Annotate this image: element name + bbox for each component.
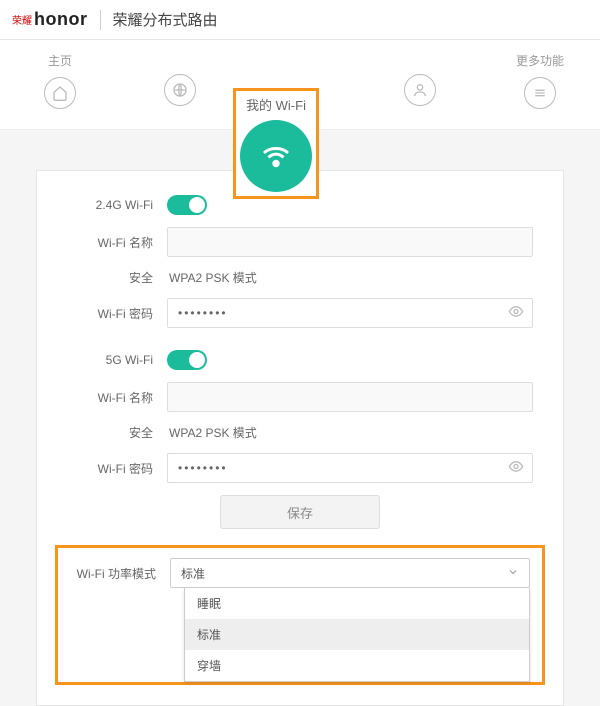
- eye-icon[interactable]: [508, 459, 524, 478]
- row-24g-name: Wi-Fi 名称: [67, 227, 533, 257]
- toggle-24g[interactable]: [167, 195, 207, 215]
- row-5g-security: 安全 WPA2 PSK 模式: [67, 424, 533, 441]
- nav-home-label: 主页: [48, 52, 72, 69]
- select-power-mode[interactable]: 标准: [170, 558, 530, 588]
- label-5g-name: Wi-Fi 名称: [67, 389, 167, 406]
- row-24g-security: 安全 WPA2 PSK 模式: [67, 269, 533, 286]
- input-5g-password[interactable]: ••••••••: [167, 453, 533, 483]
- product-title: 荣耀分布式路由: [113, 9, 218, 30]
- value-5g-security: WPA2 PSK 模式: [167, 424, 257, 441]
- toggle-5g[interactable]: [167, 350, 207, 370]
- row-24g-password: Wi-Fi 密码 ••••••••: [67, 298, 533, 328]
- chevron-down-icon: [507, 566, 519, 581]
- nav-user-label: [418, 52, 421, 66]
- nav-internet-label: [178, 52, 181, 66]
- wifi-icon[interactable]: [240, 120, 312, 192]
- eye-icon[interactable]: [508, 304, 524, 323]
- header-divider: [100, 10, 101, 30]
- nav-user[interactable]: [380, 52, 460, 106]
- label-5g: 5G Wi-Fi: [67, 353, 167, 367]
- brand-prefix: 荣耀: [12, 12, 32, 27]
- label-24g-password: Wi-Fi 密码: [67, 305, 167, 322]
- user-icon: [404, 74, 436, 106]
- select-power-mode-value: 标准: [181, 565, 205, 582]
- label-24g: 2.4G Wi-Fi: [67, 198, 167, 212]
- home-icon: [44, 77, 76, 109]
- nav-internet[interactable]: [140, 52, 220, 106]
- main-nav: 主页 更多功能 我的 Wi-Fi: [0, 40, 600, 130]
- power-mode-dropdown: 睡眠 标准 穿墙: [184, 588, 530, 682]
- label-power-mode: Wi-Fi 功率模式: [70, 565, 170, 582]
- label-24g-name: Wi-Fi 名称: [67, 234, 167, 251]
- row-5g-toggle: 5G Wi-Fi: [67, 350, 533, 370]
- nav-more-label: 更多功能: [516, 52, 564, 69]
- input-24g-password-value: ••••••••: [178, 306, 228, 320]
- power-option-through-wall[interactable]: 穿墙: [185, 650, 529, 681]
- power-mode-highlight: Wi-Fi 功率模式 标准 睡眠 标准 穿墙: [55, 545, 545, 685]
- nav-wifi-label: 我的 Wi-Fi: [240, 95, 312, 114]
- value-24g-security: WPA2 PSK 模式: [167, 269, 257, 286]
- globe-icon: [164, 74, 196, 106]
- row-power-mode: Wi-Fi 功率模式 标准: [70, 558, 530, 588]
- nav-home[interactable]: 主页: [20, 52, 100, 109]
- label-5g-password: Wi-Fi 密码: [67, 460, 167, 477]
- app-header: 荣耀 honor 荣耀分布式路由: [0, 0, 600, 40]
- menu-icon: [524, 77, 556, 109]
- row-5g-password: Wi-Fi 密码 ••••••••: [67, 453, 533, 483]
- input-5g-password-value: ••••••••: [178, 461, 228, 475]
- save-button[interactable]: 保存: [220, 495, 380, 529]
- settings-card: 2.4G Wi-Fi Wi-Fi 名称 安全 WPA2 PSK 模式 Wi-Fi…: [36, 170, 564, 706]
- row-5g-name: Wi-Fi 名称: [67, 382, 533, 412]
- label-24g-security: 安全: [67, 269, 167, 286]
- input-24g-password[interactable]: ••••••••: [167, 298, 533, 328]
- label-5g-security: 安全: [67, 424, 167, 441]
- power-option-sleep[interactable]: 睡眠: [185, 588, 529, 619]
- brand-logo: honor: [34, 9, 88, 30]
- input-5g-name[interactable]: [167, 382, 533, 412]
- power-option-standard[interactable]: 标准: [185, 619, 529, 650]
- nav-more[interactable]: 更多功能: [500, 52, 580, 109]
- nav-wifi-active-highlight: 我的 Wi-Fi: [233, 88, 319, 199]
- input-24g-name[interactable]: [167, 227, 533, 257]
